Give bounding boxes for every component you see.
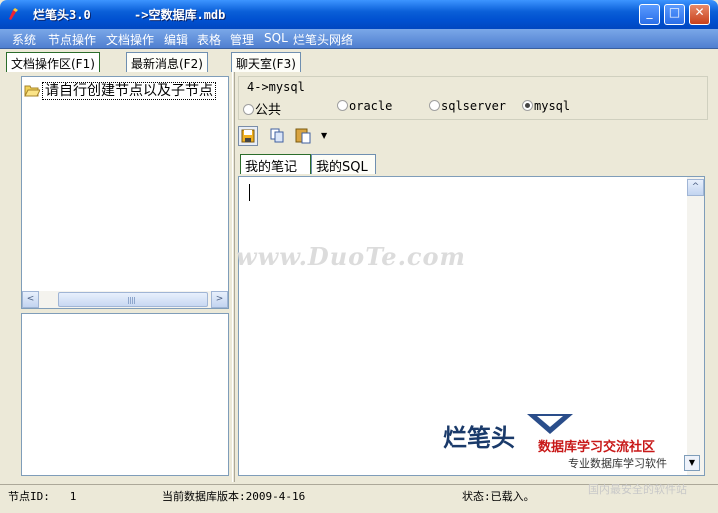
chevron-left-icon: < [26,294,35,304]
tab-chat-room[interactable]: 聊天室(F3) [231,52,301,72]
logo-wing-icon [527,414,573,434]
logo-tagline: 数据库学习交流社区 [538,440,656,455]
paste-icon [295,128,311,144]
chevron-right-icon: > [215,294,224,304]
menu-sql[interactable]: SQL [264,31,288,45]
editor-toolbar: ▼ [238,125,708,149]
maximize-button[interactable]: □ [664,4,685,25]
grip-icon [128,297,135,304]
tab-my-notes[interactable]: 我的笔记 [240,154,311,175]
radio-checked-icon [522,100,533,111]
tab-latest-news[interactable]: 最新消息(F2) [126,52,208,72]
menu-doc-ops[interactable]: 文档操作 [106,31,154,48]
copy-button[interactable] [268,126,288,146]
floppy-disk-icon [241,129,255,143]
scroll-thumb[interactable] [58,292,208,307]
status-db-version: 当前数据库版本:2009-4-16 [162,490,306,503]
copy-icon [270,128,284,143]
node-info-panel[interactable] [21,313,229,476]
menu-edit[interactable]: 编辑 [164,31,188,48]
menu-system[interactable]: 系统 [12,31,36,48]
menu-manage[interactable]: 管理 [230,31,254,48]
status-state: 状态:已载入。 [462,490,535,503]
footer-watermark: 国内最安全的软件站 [588,483,687,496]
radio-label: mysql [534,99,571,113]
maximize-icon: □ [668,5,681,19]
logo-name: 烂笔头 [443,424,515,452]
tree-horizontal-scrollbar[interactable]: < > [22,291,228,308]
minimize-icon: _ [646,5,653,19]
radio-label: 公共 [255,103,282,118]
chevron-up-icon: ^ [691,182,700,192]
database-selector: 4->mysql 公共 oracle sqlserver mysql [238,76,708,120]
app-pen-icon [9,8,18,20]
menu-table[interactable]: 表格 [197,31,221,48]
menu-bar: 系统 节点操作 文档操作 编辑 表格 管理 SQL 烂笔头网络 [0,29,718,49]
radio-public[interactable]: 公共 [243,99,281,118]
close-icon: ✕ [694,5,705,19]
radio-label: sqlserver [441,99,507,113]
tab-my-sql[interactable]: 我的SQL [311,154,376,175]
radio-mysql[interactable]: mysql [522,99,570,114]
save-button[interactable] [238,126,258,146]
folder-open-icon [24,85,40,97]
close-button[interactable]: ✕ [689,4,710,25]
window-title: 烂笔头3.0 ->空数据库.mdb [33,8,226,22]
radio-label: oracle [349,99,393,113]
tree-node-label: 请自行创建节点以及子节点 [42,82,216,100]
radio-icon [243,104,254,115]
paste-button[interactable] [294,126,314,146]
logo-subtitle: 专业数据库学习软件 [568,457,667,470]
site-watermark: www.DuoTe.com [236,242,466,271]
main-tabs: 文档操作区(F1) 最新消息(F2) 聊天室(F3) [0,50,718,72]
chevron-down-icon[interactable]: ▼ [684,455,700,471]
status-node-id: 节点ID: 1 [8,490,77,503]
chevron-down-icon[interactable]: ▼ [321,131,327,140]
minimize-button[interactable]: _ [639,4,660,25]
splitter[interactable] [232,72,235,482]
title-bar[interactable]: 烂笔头3.0 ->空数据库.mdb _ □ ✕ [0,0,718,29]
database-path: 4->mysql [247,80,305,94]
node-tree[interactable]: 请自行创建节点以及子节点 < > [21,76,229,309]
menu-network[interactable]: 烂笔头网络 [293,31,353,48]
editor-vertical-scrollbar[interactable]: ^ [687,177,704,475]
menu-node-ops[interactable]: 节点操作 [48,31,96,48]
radio-oracle[interactable]: oracle [337,99,392,114]
tab-doc-ops[interactable]: 文档操作区(F1) [6,52,100,72]
radio-icon [337,100,348,111]
brand-logo-banner: 烂笔头 数据库学习交流社区 专业数据库学习软件 ▼ [433,410,700,474]
scroll-left-button[interactable]: < [22,291,39,308]
radio-icon [429,100,440,111]
text-caret [249,184,250,201]
radio-sqlserver[interactable]: sqlserver [429,99,506,114]
scroll-right-button[interactable]: > [211,291,228,308]
scroll-up-button[interactable]: ^ [687,179,704,196]
